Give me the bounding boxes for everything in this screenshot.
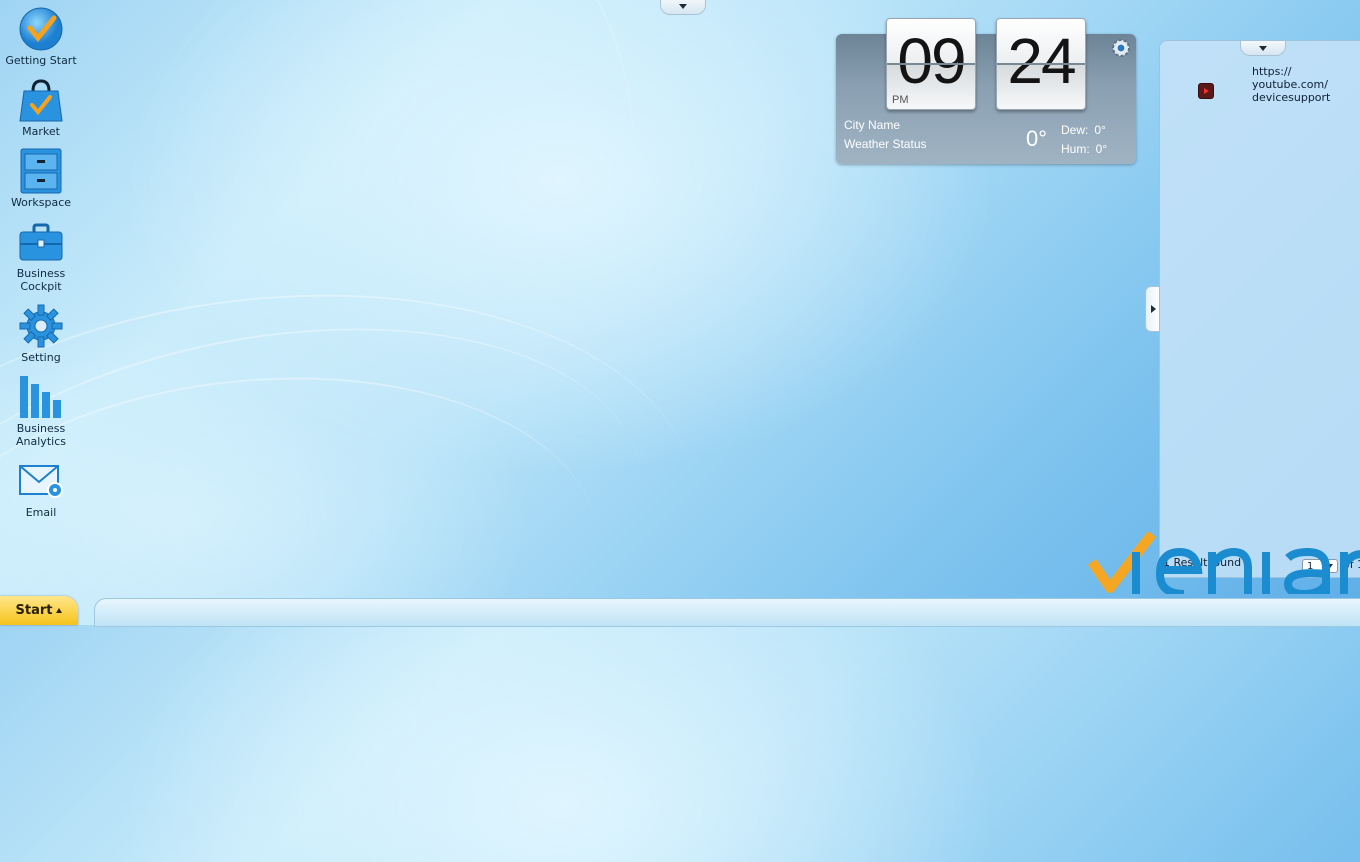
weather-dew: Dew: 0° <box>1061 123 1106 137</box>
chevron-down-icon <box>1259 45 1267 51</box>
desktop-icon-business-analytics[interactable]: Business Analytics <box>4 374 78 448</box>
desktop-icon-label: Getting Start <box>5 54 77 67</box>
weather-status: Weather Status <box>844 137 927 151</box>
side-panel-collapse-tab[interactable] <box>1240 41 1286 56</box>
desktop-icon-email[interactable]: Email <box>4 458 78 519</box>
desktop-icon-label: Workspace <box>10 196 72 209</box>
clock-ampm: PM <box>892 94 909 106</box>
desktop-icon-label: Business Analytics <box>16 422 66 448</box>
dew-value: 0° <box>1094 123 1106 137</box>
clock-hour: 09 <box>897 25 966 97</box>
filing-cabinet-icon <box>18 148 64 194</box>
brand-logo <box>1088 532 1360 594</box>
top-panel-toggle[interactable] <box>660 0 706 15</box>
gear-icon <box>18 303 64 349</box>
hum-value: 0° <box>1095 142 1108 156</box>
desktop-icon-workspace[interactable]: Workspace <box>4 148 78 209</box>
desktop-icon-label: Email <box>25 506 57 519</box>
desktop-icons: Getting Start Market Workspace Business … <box>4 6 78 529</box>
settings-gear-icon <box>1112 39 1130 57</box>
desktop-icon-getting-start[interactable]: Getting Start <box>4 6 78 67</box>
minute-flip-card: 24 <box>996 18 1086 110</box>
hum-label: Hum: <box>1061 142 1090 156</box>
briefcase-icon <box>18 219 64 265</box>
flip-divider <box>887 63 975 65</box>
desktop-icon-label: Setting <box>21 351 61 364</box>
hour-flip-card: 09 PM <box>886 18 976 110</box>
desktop-icon-label: Market <box>22 125 60 138</box>
clock-minute: 24 <box>1007 25 1076 97</box>
desktop-icon-setting[interactable]: Setting <box>4 303 78 364</box>
desktop-icon-market[interactable]: Market <box>4 77 78 138</box>
video-icon[interactable] <box>1198 83 1214 99</box>
chevron-right-icon <box>1150 305 1156 313</box>
start-button[interactable]: Start <box>0 596 78 625</box>
dew-label: Dew: <box>1061 123 1089 137</box>
side-panel: https:// youtube.com/ devicesupport 1 Re… <box>1159 40 1360 578</box>
desktop-icon-label: Business Cockpit <box>16 267 66 293</box>
chevron-down-icon <box>679 3 687 9</box>
widget-settings-button[interactable] <box>1110 37 1132 59</box>
checkmark-globe-icon <box>18 6 64 52</box>
clock-weather-widget: 09 PM 24 City Name Weather Status 0° Dew… <box>836 18 1136 164</box>
envelope-gear-icon <box>18 458 64 504</box>
bar-chart-icon <box>18 374 64 420</box>
taskbar: Start <box>0 596 1360 627</box>
weather-city: City Name <box>844 118 901 132</box>
flip-divider <box>997 63 1085 65</box>
chevron-up-icon <box>56 608 63 613</box>
result-link[interactable]: https:// youtube.com/ devicesupport <box>1252 65 1352 104</box>
weather-humidity: Hum: 0° <box>1061 142 1107 156</box>
taskbar-area <box>94 598 1360 627</box>
side-panel-toggle[interactable] <box>1145 286 1160 332</box>
desktop-icon-business-cockpit[interactable]: Business Cockpit <box>4 219 78 293</box>
start-label: Start <box>15 603 53 618</box>
shopping-bag-icon <box>18 77 64 123</box>
weather-temperature: 0° <box>1026 126 1048 151</box>
